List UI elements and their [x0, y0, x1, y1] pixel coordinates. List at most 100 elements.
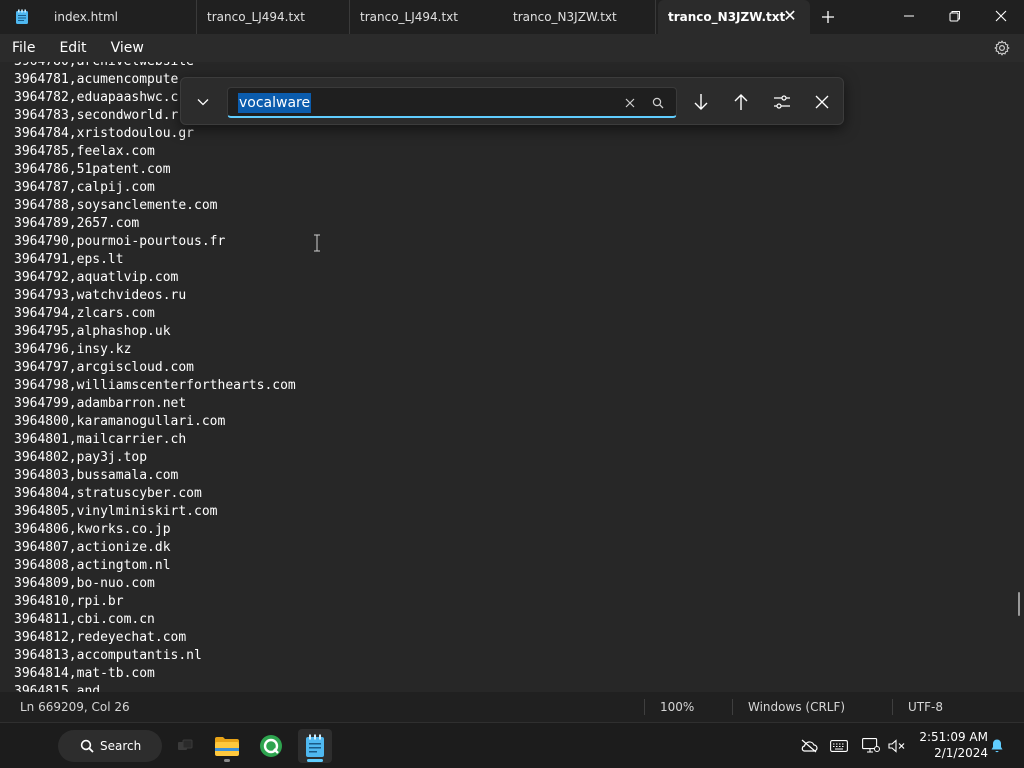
taskbar-search-label: Search — [100, 739, 142, 753]
menu-view[interactable]: View — [99, 34, 156, 62]
text-line: 3964810,rpi.br — [14, 594, 124, 609]
taskbar-clock[interactable]: 2:51:09 AM 2/1/2024 — [912, 729, 988, 761]
text-line: 3964802,pay3j.top — [14, 450, 148, 465]
close-window-button[interactable] — [978, 0, 1024, 32]
status-divider — [644, 699, 645, 715]
text-line: 3964788,soysanclemente.com — [14, 198, 218, 213]
clear-find-button[interactable] — [622, 95, 638, 111]
text-line: 3964815,and... — [14, 684, 124, 692]
restore-icon — [949, 11, 960, 22]
find-panel: vocalware — [180, 77, 844, 125]
settings-button[interactable] — [992, 38, 1012, 58]
text-line: 3964792,aquatlvip.com — [14, 270, 179, 285]
close-icon — [995, 10, 1007, 22]
folder-icon — [215, 737, 239, 756]
close-find-button[interactable] — [810, 90, 834, 114]
task-view-button[interactable] — [168, 729, 202, 763]
editor-lines: 3964780,archivelwebsite3964781,acumencom… — [14, 62, 296, 692]
search-icon — [652, 97, 664, 109]
tab-tranco-lj494-2[interactable]: tranco_LJ494.txt — [350, 0, 503, 34]
text-line: 3964800,karamanogullari.com — [14, 414, 226, 429]
text-line: 3964787,calpij.com — [14, 180, 155, 195]
minimize-button[interactable] — [886, 0, 932, 32]
find-options-button[interactable] — [770, 90, 794, 114]
tab-label: tranco_N3JZW.txt — [668, 10, 786, 24]
zoom-level: 100% — [660, 700, 695, 714]
window-controls — [886, 0, 1024, 34]
close-tab-icon[interactable]: ✕ — [782, 8, 798, 24]
monitor-icon — [862, 738, 880, 753]
file-explorer-taskbar-button[interactable] — [210, 729, 244, 763]
text-line: 3964812,redeyechat.com — [14, 630, 187, 645]
sliders-icon — [774, 95, 790, 109]
status-bar: Ln 669209, Col 26 100% Windows (CRLF) UT… — [0, 692, 1024, 722]
menu-edit[interactable]: Edit — [47, 34, 98, 62]
tab-index-html[interactable]: index.html — [44, 0, 197, 34]
vertical-scrollbar-thumb[interactable] — [1018, 592, 1020, 616]
text-line: 3964790,pourmoi-pourtous.fr — [14, 234, 226, 249]
notepad-icon — [306, 734, 324, 757]
status-divider — [892, 699, 893, 715]
bell-icon — [991, 739, 1003, 753]
clear-icon — [625, 98, 635, 108]
cloud-off-icon — [801, 739, 818, 753]
tab-label: index.html — [54, 10, 118, 24]
text-line: 3964806,kworks.co.jp — [14, 522, 171, 537]
menu-bar: File Edit View — [0, 34, 1024, 62]
gear-icon — [994, 40, 1010, 56]
text-line: 3964786,51patent.com — [14, 162, 171, 177]
restore-button[interactable] — [932, 0, 978, 32]
menu-file[interactable]: File — [0, 34, 47, 62]
text-line: 3964780,archivelwebsite — [14, 62, 296, 71]
notepad-taskbar-button[interactable] — [298, 729, 332, 763]
line-ending: Windows (CRLF) — [748, 700, 846, 714]
tab-label: tranco_N3JZW.txt — [513, 10, 617, 24]
notifications-tray-icon[interactable] — [986, 735, 1008, 757]
clock-time: 2:51:09 AM — [919, 730, 988, 744]
tab-label: tranco_LJ494.txt — [360, 10, 458, 24]
toggle-replace-button[interactable] — [191, 90, 215, 114]
taskbar-search-button[interactable]: Search — [58, 730, 162, 762]
status-divider — [732, 699, 733, 715]
tab-label: tranco_LJ494.txt — [207, 10, 305, 24]
text-line: 3964807,actionize.dk — [14, 540, 171, 555]
find-next-button[interactable] — [689, 90, 713, 114]
text-line: 3964803,bussamala.com — [14, 468, 179, 483]
clock-date: 2/1/2024 — [934, 746, 988, 760]
tab-tranco-lj494-1[interactable]: tranco_LJ494.txt — [197, 0, 350, 34]
arrow-down-icon — [694, 94, 708, 110]
text-line: 3964794,zlcars.com — [14, 306, 155, 321]
text-line: 3964804,stratuscyber.com — [14, 486, 202, 501]
text-line: 3964813,accomputantis.nl — [14, 648, 202, 663]
find-input[interactable]: vocalware — [227, 87, 677, 118]
text-line: 3964784,xristodoulou.gr — [14, 126, 195, 141]
search-submit-button[interactable] — [650, 95, 666, 111]
text-line: 3964801,mailcarrier.ch — [14, 432, 187, 447]
network-disconnected-tray-icon[interactable] — [798, 735, 820, 757]
new-tab-button[interactable] — [810, 0, 846, 34]
search-icon — [80, 739, 94, 753]
text-line: 3964805,vinylminiskirt.com — [14, 504, 218, 519]
display-tray-icon[interactable] — [860, 735, 882, 757]
text-line: 3964799,adambarron.net — [14, 396, 187, 411]
keyboard-tray-icon[interactable] — [828, 735, 850, 757]
text-line: 3964796,insy.kz — [14, 342, 132, 357]
text-line: 3964814,mat-tb.com — [14, 666, 155, 681]
text-line: 3964785,feelax.com — [14, 144, 155, 159]
text-line: 3964808,actingtom.nl — [14, 558, 171, 573]
text-editor[interactable]: 3964780,archivelwebsite3964781,acumencom… — [0, 62, 1024, 692]
tab-tranco-n3jzw-1[interactable]: tranco_N3JZW.txt — [503, 0, 656, 34]
app-taskbar-button[interactable] — [254, 729, 288, 763]
plus-icon — [822, 11, 834, 23]
arrow-up-icon — [734, 94, 748, 110]
volume-muted-tray-icon[interactable] — [886, 735, 908, 757]
notepad-app-icon — [0, 0, 44, 34]
tab-tranco-n3jzw-active[interactable]: tranco_N3JZW.txt ✕ — [658, 0, 810, 34]
title-tab-bar: index.html tranco_LJ494.txt tranco_LJ494… — [0, 0, 1024, 34]
close-icon — [815, 95, 829, 109]
text-line: 3964798,williamscenterforthearts.com — [14, 378, 296, 393]
find-previous-button[interactable] — [729, 90, 753, 114]
task-view-icon — [178, 739, 193, 750]
mouse-ibeam-cursor — [313, 234, 321, 252]
keyboard-icon — [830, 740, 848, 752]
